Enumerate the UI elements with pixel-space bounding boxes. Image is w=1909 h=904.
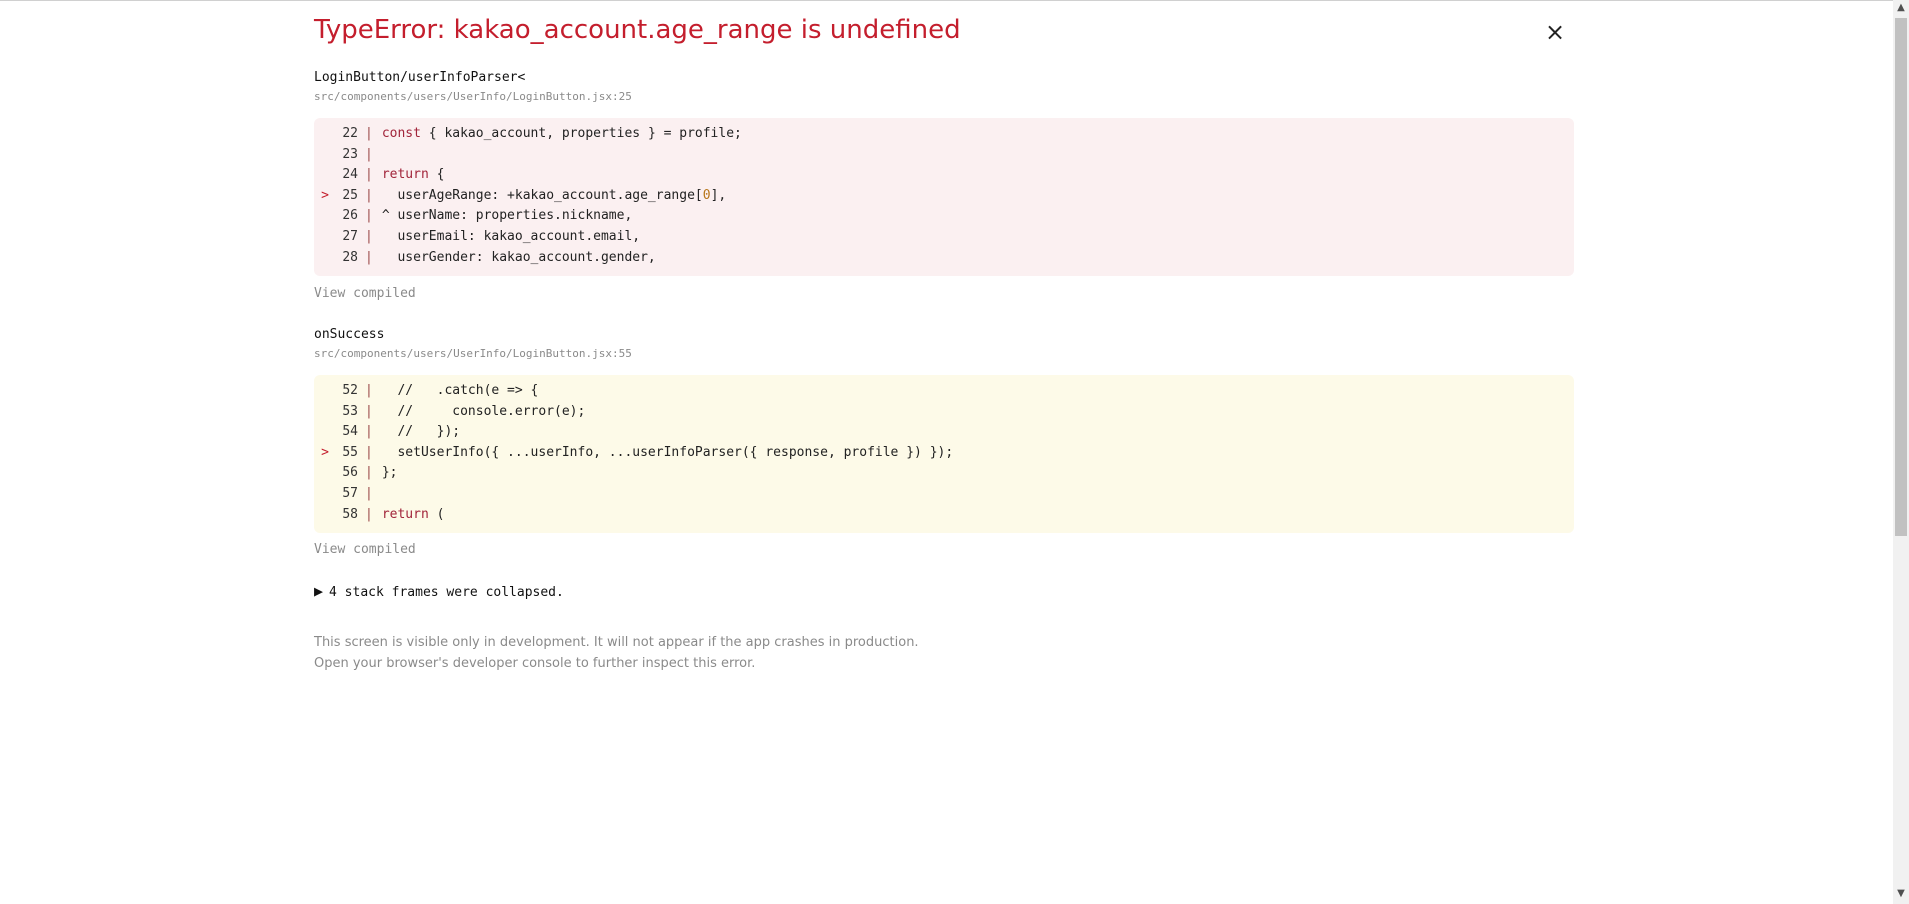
gutter-separator: | xyxy=(365,208,373,224)
line-number: 28 xyxy=(342,249,358,265)
collapsed-frames-label: 4 stack frames were collapsed. xyxy=(329,585,564,600)
line-number: 54 xyxy=(342,424,358,440)
code-line: 26 | ^ userName: properties.nickname, xyxy=(314,206,1574,227)
gutter-separator: | xyxy=(365,126,373,141)
code-line: 53 | // console.error(e); xyxy=(314,402,1574,423)
gutter-separator: | xyxy=(365,187,373,203)
gutter-separator: | xyxy=(365,249,373,265)
code-line: >55 | setUserInfo({ ...userInfo, ...userI… xyxy=(314,443,1574,464)
code-snippet-frame-2: 52 | // .catch(e => { 53 | // console.error… xyxy=(314,375,1574,533)
line-number: 22 xyxy=(342,126,358,141)
code-line: 52 | // .catch(e => { xyxy=(314,381,1574,402)
frame-file-path: src/components/users/UserInfo/LoginButto… xyxy=(314,90,632,103)
expand-triangle-icon: ▶ xyxy=(314,582,324,600)
gutter-separator: | xyxy=(365,146,373,162)
frame-function-name: onSuccess xyxy=(314,327,385,342)
gutter-separator: | xyxy=(365,506,373,522)
code-text: userGender: kakao_account.gender, xyxy=(381,249,656,265)
gutter-separator: | xyxy=(365,465,373,481)
code-snippet-frame-1: 22 | const { kakao_account, properties } =… xyxy=(314,118,1574,276)
code-line: >25 | userAgeRange: +kakao_account.age_ra… xyxy=(314,186,1574,207)
code-text: return { xyxy=(381,167,445,183)
scroll-thumb[interactable] xyxy=(1895,18,1907,536)
code-line: 58 | return ( xyxy=(314,505,1574,526)
error-line-marker: > xyxy=(321,444,329,460)
code-text: }; xyxy=(381,465,398,481)
code-line: 28 | userGender: kakao_account.gender, xyxy=(314,248,1574,269)
code-line: 57 | xyxy=(314,484,1574,505)
frame-file-path: src/components/users/UserInfo/LoginButto… xyxy=(314,347,632,360)
line-number: 58 xyxy=(342,506,358,522)
console-hint: Open your browser's developer console to… xyxy=(314,656,756,671)
code-text: userEmail: kakao_account.email, xyxy=(381,228,641,244)
gutter-separator: | xyxy=(365,403,373,419)
code-text: setUserInfo({ ...userInfo, ...userInfoPa… xyxy=(381,444,954,460)
line-number: 52 xyxy=(342,383,358,398)
line-number: 25 xyxy=(342,187,358,203)
view-compiled-link[interactable]: View compiled xyxy=(314,542,416,557)
scroll-down-arrow-icon[interactable]: ▼ xyxy=(1893,888,1909,899)
code-line: 24 | return { xyxy=(314,165,1574,186)
gutter-separator: | xyxy=(365,444,373,460)
code-line: 22 | const { kakao_account, properties } =… xyxy=(314,124,1574,145)
code-line: 27 | userEmail: kakao_account.email, xyxy=(314,227,1574,248)
code-text: return ( xyxy=(381,506,445,522)
top-divider xyxy=(0,0,1893,1)
code-text: userAgeRange: +kakao_account.age_range[0… xyxy=(381,187,727,203)
error-line-marker: > xyxy=(321,187,329,203)
gutter-separator: | xyxy=(365,228,373,244)
dev-only-notice: This screen is visible only in developme… xyxy=(314,635,919,650)
code-text: ^ userName: properties.nickname, xyxy=(381,208,633,224)
frame-function-name: LoginButton/userInfoParser< xyxy=(314,70,526,85)
collapsed-frames-toggle[interactable]: ▶ 4 stack frames were collapsed. xyxy=(314,582,564,600)
gutter-separator: | xyxy=(365,485,373,501)
line-number: 56 xyxy=(342,465,358,481)
view-compiled-link[interactable]: View compiled xyxy=(314,286,416,301)
line-number: 26 xyxy=(342,208,358,224)
close-button[interactable]: × xyxy=(1545,17,1565,47)
code-text: // console.error(e); xyxy=(381,403,586,419)
code-text: // .catch(e => { xyxy=(381,383,539,398)
scroll-up-arrow-icon[interactable]: ▲ xyxy=(1893,2,1909,13)
line-number: 57 xyxy=(342,485,358,501)
code-text: const { kakao_account, properties } = pr… xyxy=(381,126,742,141)
vertical-scrollbar[interactable]: ▲ ▼ xyxy=(1893,0,1909,904)
line-number: 53 xyxy=(342,403,358,419)
line-number: 55 xyxy=(342,444,358,460)
code-line: 56 |}; xyxy=(314,463,1574,484)
code-line: 23 | xyxy=(314,145,1574,166)
gutter-separator: | xyxy=(365,424,373,440)
line-number: 23 xyxy=(342,146,358,162)
code-line: 54 | // }); xyxy=(314,422,1574,443)
gutter-separator: | xyxy=(365,167,373,183)
gutter-separator: | xyxy=(365,383,373,398)
error-title: TypeError: kakao_account.age_range is un… xyxy=(314,15,961,45)
code-text: // }); xyxy=(381,424,461,440)
line-number: 27 xyxy=(342,228,358,244)
line-number: 24 xyxy=(342,167,358,183)
